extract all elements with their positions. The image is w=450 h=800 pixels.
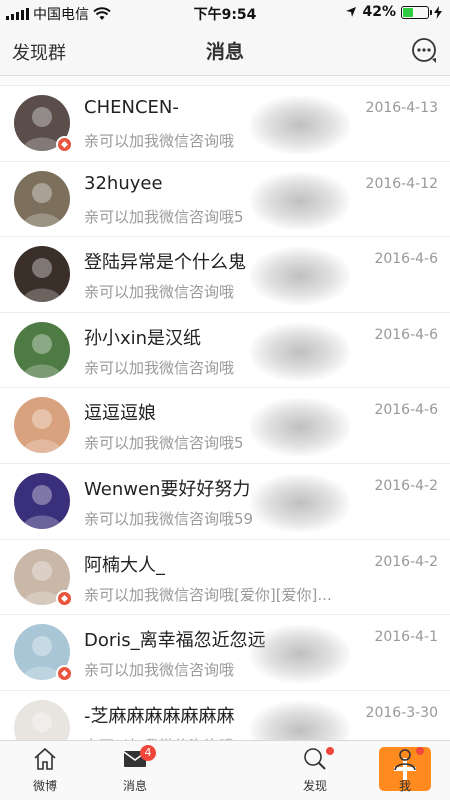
tab-bar: 微博 4 消息 发现 我 [0,740,450,800]
profile-icon [394,749,416,771]
redaction-smudge [250,171,350,230]
conversation-row[interactable]: Doris_离幸福忽近忽远 2016-4-1 亲可以加我微信咨询哦 [0,615,450,691]
verified-badge-icon [56,665,73,683]
tab-label-messages: 消息 [122,779,147,793]
conversation-list[interactable]: CHENCEN- 2016-4-13 亲可以加我微信咨询哦 32huyee 2016-4… [0,86,450,740]
redaction-smudge [250,700,350,740]
redaction-smudge [250,473,350,532]
conversation-row[interactable]: -芝麻麻麻麻麻麻麻2016-3-30亲可以加我微信咨询哦 [0,690,450,740]
message-preview: 亲可以加我微信咨询哦59 [84,509,254,528]
unread-badge: 4 [140,745,156,761]
avatar-image [14,321,70,378]
message-preview: 亲可以加我微信咨询哦5 [84,207,244,226]
conversation-name: Doris_离幸福忽近忽远 [84,630,266,652]
tab-label-discover: 发现 [302,779,327,793]
tab-discover[interactable]: 发现 [270,741,360,800]
conversation-date: 2016-4-2 [374,477,438,494]
battery-icon [401,5,432,19]
list-top-peek [0,76,450,86]
avatar[interactable] [14,170,70,227]
conversation-name: 逗逗逗娘 [84,403,156,425]
home-icon [34,747,56,770]
conversation-date: 2016-3-30 [365,704,438,721]
message-preview: 亲可以加我微信咨询哦 [84,132,235,150]
tab-compose[interactable] [180,741,431,800]
conversation-date: 2016-4-6 [374,402,438,419]
status-bar: 中国电信 下午9:54 42% [0,0,450,26]
conversation-date: 2016-4-2 [374,553,438,570]
nav-bar: 发现群 消息 [0,26,450,76]
avatar-image [14,472,70,529]
conversation-name: -芝麻麻麻麻麻麻麻 [84,705,235,727]
message-preview: 亲可以加我微信咨询哦 [84,661,235,680]
redaction-smudge [250,625,350,684]
conversation-row[interactable]: 逗逗逗娘 2016-4-6 亲可以加我微信咨询哦5 [0,388,450,464]
redaction-smudge [250,322,350,381]
profile-notification-dot [416,747,424,755]
conversation-name: 孙小xin是汉纸 [84,327,202,349]
conversation-row[interactable]: CHENCEN- 2016-4-13 亲可以加我微信咨询哦 [0,86,450,162]
discover-icon [304,748,326,770]
avatar[interactable] [14,246,70,303]
redaction-smudge [250,398,350,457]
conversation-date: 2016-4-13 [365,100,438,116]
conversation-row[interactable]: Wenwen要好好努力 2016-4-2 亲可以加我微信咨询哦59 [0,463,450,540]
conversation-name: Wenwen要好好努力 [84,478,251,500]
conversation-row[interactable]: 登陆异常是个什么鬼 2016-4-6 亲可以加我微信咨询哦 [0,237,450,313]
status-right: 42% [345,4,442,20]
avatar[interactable] [14,321,70,378]
conversation-date: 2016-4-1 [374,629,438,646]
avatar[interactable] [14,472,70,529]
conversation-row[interactable]: 32huyee 2016-4-12 亲可以加我微信咨询哦5 [0,161,450,238]
redaction-smudge [250,247,350,306]
chat-settings-icon[interactable] [410,37,438,65]
tab-profile[interactable]: 我 [360,741,450,800]
conversation-name: 32huyee [84,172,163,194]
redaction-smudge [250,96,350,154]
tab-weibo[interactable]: 微博 [0,741,90,800]
tab-label-weibo: 微博 [32,779,57,793]
battery-percent: 42% [362,4,396,20]
charging-icon [434,5,442,19]
avatar[interactable] [14,699,70,740]
page-title: 消息 [205,41,244,63]
battery-level [403,7,414,17]
message-preview: 亲可以加我微信咨询哦5 [84,434,244,453]
message-preview: 亲可以加我微信咨询哦 [84,283,235,302]
conversation-date: 2016-4-12 [365,175,438,192]
verified-badge-icon [56,589,73,607]
avatar-image [14,699,70,740]
conversation-name: 阿楠大人_ [84,554,165,576]
location-arrow-icon [346,7,357,17]
avatar-image [14,246,70,303]
message-preview: 亲可以加我微信咨询哦[爱你][爱你]... [84,585,332,604]
discover-groups-button[interactable]: 发现群 [12,39,66,65]
tab-label-profile: 我 [398,779,411,793]
tab-messages[interactable]: 4 消息 [90,741,180,800]
verified-badge-icon [56,136,73,153]
conversation-name: CHENCEN- [84,97,179,118]
avatar-image [14,397,70,454]
avatar-image [14,170,70,227]
conversation-row[interactable]: 阿楠大人_ 2016-4-2 亲可以加我微信咨询哦[爱你][爱你]... [0,539,450,616]
conversation-row[interactable]: 孙小xin是汉纸 2016-4-6 亲可以加我微信咨询哦 [0,312,450,389]
conversation-date: 2016-4-6 [374,326,438,343]
message-preview: 亲可以加我微信咨询哦 [84,358,235,377]
discover-notification-dot [326,747,334,755]
avatar[interactable] [14,397,70,454]
conversation-name: 登陆异常是个什么鬼 [84,252,246,274]
conversation-date: 2016-4-6 [374,251,438,268]
